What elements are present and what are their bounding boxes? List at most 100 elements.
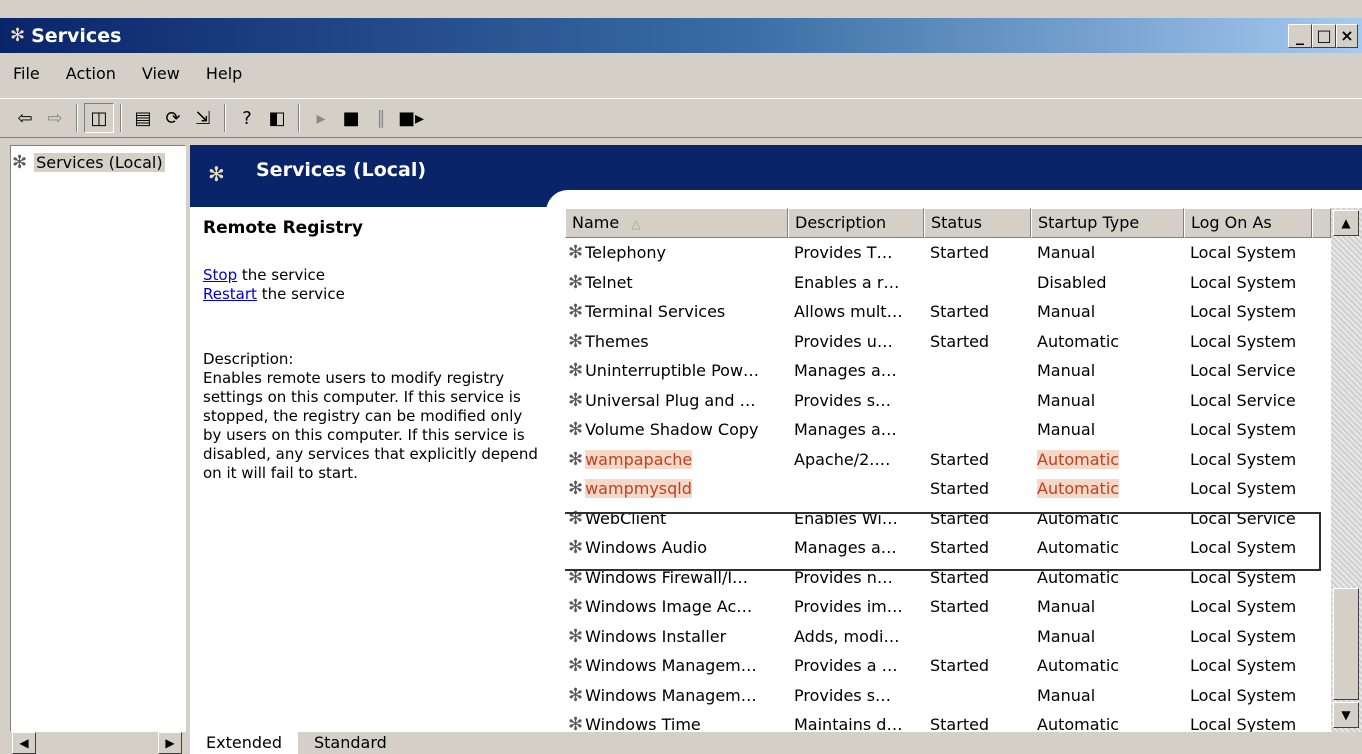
column-header-description[interactable]: Description bbox=[788, 208, 924, 238]
row-log-on-as: Local System bbox=[1190, 449, 1297, 469]
service-name: Windows Managem… bbox=[585, 656, 757, 676]
startup-type-text: Automatic bbox=[1037, 567, 1120, 587]
row-name: ✻ Windows Firewall/I… bbox=[565, 567, 788, 588]
row-startup-type: Automatic bbox=[1031, 715, 1184, 732]
service-gear-icon: ✻ bbox=[568, 301, 584, 323]
export-list-icon[interactable]: ⇲ bbox=[188, 103, 218, 133]
startup-type-text: Manual bbox=[1037, 626, 1096, 646]
stop-link[interactable]: Stop bbox=[203, 266, 237, 284]
table-row[interactable]: ✻ Telnet Enables a r… Disabled Local System bbox=[565, 268, 1331, 298]
row-name: ✻ Windows Time bbox=[565, 714, 788, 732]
service-name: Telephony bbox=[585, 243, 666, 263]
table-row[interactable]: ✻ Windows Managem… Provides a … Started Auto… bbox=[565, 651, 1331, 681]
services-gear-icon: ✻ bbox=[208, 162, 225, 186]
table-row[interactable]: ✻ Windows Image Ac… Provides im… Started Man… bbox=[565, 592, 1331, 622]
help-icon[interactable]: ? bbox=[232, 103, 262, 133]
startup-type-text: Manual bbox=[1037, 685, 1096, 705]
row-name: ✻ Windows Managem… bbox=[565, 655, 788, 676]
table-row[interactable]: ✻ wampmysqld Started Automatic Local System bbox=[565, 474, 1331, 504]
table-row[interactable]: ✻ WebClient Enables Wi… Started Automatic Loc… bbox=[565, 504, 1331, 534]
scroll-thumb[interactable] bbox=[1333, 588, 1359, 700]
row-startup-type: Disabled bbox=[1031, 273, 1184, 292]
back-icon[interactable]: ⇦ bbox=[10, 103, 40, 133]
scroll-down-button[interactable]: ▼ bbox=[1333, 702, 1359, 728]
table-row[interactable]: ✻ Telephony Provides T… Started Manual Local … bbox=[565, 238, 1331, 268]
vertical-scrollbar[interactable]: ▲ ▼ bbox=[1331, 208, 1362, 732]
play-icon[interactable]: ▸ bbox=[306, 103, 336, 133]
restart-link[interactable]: Restart bbox=[203, 285, 257, 303]
table-row[interactable]: ✻ Universal Plug and … Provides s… Manual Lo… bbox=[565, 386, 1331, 416]
stop-icon[interactable]: ■ bbox=[336, 103, 366, 133]
tab-standard[interactable]: Standard bbox=[298, 732, 403, 754]
row-startup-type: Automatic bbox=[1031, 656, 1184, 675]
restart-line: Restart the service bbox=[203, 285, 543, 304]
row-status: Started bbox=[930, 331, 990, 351]
row-startup-type: Automatic bbox=[1031, 332, 1184, 351]
tree-node-label: Services (Local) bbox=[34, 153, 165, 172]
row-description: Manages a… bbox=[794, 361, 897, 381]
row-log-on-as: Local Service bbox=[1190, 508, 1296, 528]
row-startup-type: Automatic bbox=[1031, 449, 1184, 469]
service-name: WebClient bbox=[585, 508, 667, 528]
table-row[interactable]: ✻ Windows Time Maintains d… Started Automati… bbox=[565, 710, 1331, 732]
menu-view[interactable]: View bbox=[129, 64, 193, 83]
forward-icon[interactable]: ⇨ bbox=[40, 103, 70, 133]
scroll-left-button[interactable]: ◀ bbox=[12, 732, 36, 754]
startup-type-text: Automatic bbox=[1037, 656, 1120, 676]
tree-horizontal-scrollbar[interactable]: ◀ ▶ bbox=[10, 732, 186, 754]
startup-type-text: Automatic bbox=[1037, 508, 1120, 528]
menu-help[interactable]: Help bbox=[193, 64, 255, 83]
title-bar[interactable]: ✻ Services _ □ × bbox=[0, 18, 1362, 53]
row-description: Manages a… bbox=[794, 538, 897, 558]
row-description: Manages a… bbox=[794, 420, 897, 440]
refresh-icon[interactable]: ⟳ bbox=[158, 103, 188, 133]
table-row[interactable]: ✻ wampapache Apache/2.… Started Automatic Loc… bbox=[565, 445, 1331, 475]
menu-file[interactable]: File bbox=[0, 64, 53, 83]
row-startup-type: Manual bbox=[1031, 243, 1184, 262]
table-row[interactable]: ✻ Themes Provides u… Started Automatic Local … bbox=[565, 327, 1331, 357]
service-name: wampapache bbox=[585, 449, 693, 469]
row-status: Started bbox=[930, 479, 990, 499]
row-status: Started bbox=[930, 508, 990, 528]
show-hide-tree-icon[interactable]: ◫ bbox=[84, 103, 114, 133]
column-header-startup-type[interactable]: Startup Type bbox=[1031, 208, 1184, 238]
table-row[interactable]: ✻ Volume Shadow Copy Manages a… Manual Local… bbox=[565, 415, 1331, 445]
scroll-up-button[interactable]: ▲ bbox=[1333, 210, 1359, 236]
column-header-status[interactable]: Status bbox=[924, 208, 1031, 238]
table-row[interactable]: ✻ Windows Installer Adds, modi… Manual Local… bbox=[565, 622, 1331, 652]
close-button[interactable]: × bbox=[1336, 24, 1358, 48]
service-gear-icon: ✻ bbox=[568, 714, 584, 732]
row-description: Maintains d… bbox=[794, 715, 903, 732]
column-header-log-on-as[interactable]: Log On As bbox=[1184, 208, 1312, 238]
maximize-button[interactable]: □ bbox=[1312, 24, 1336, 48]
row-startup-type: Manual bbox=[1031, 420, 1184, 439]
startup-type-text: Automatic bbox=[1037, 715, 1120, 732]
row-log-on-as: Local System bbox=[1190, 685, 1297, 705]
console-icon[interactable]: ◧ bbox=[262, 103, 292, 133]
table-row[interactable]: ✻ Windows Audio Manages a… Started Automatic… bbox=[565, 533, 1331, 563]
startup-type-text: Manual bbox=[1037, 243, 1096, 263]
tree-node-services-local[interactable]: ✻ Services (Local) bbox=[12, 152, 165, 173]
minimize-button[interactable]: _ bbox=[1288, 24, 1312, 48]
row-status: Started bbox=[930, 567, 990, 587]
table-row[interactable]: ✻ Uninterruptible Pow… Manages a… Manual Loc… bbox=[565, 356, 1331, 386]
tab-extended[interactable]: Extended bbox=[190, 732, 298, 754]
row-name: ✻ Windows Installer bbox=[565, 626, 788, 647]
row-name: ✻ Universal Plug and … bbox=[565, 390, 788, 411]
row-log-on-as: Local System bbox=[1190, 272, 1297, 292]
table-row[interactable]: ✻ Windows Managem… Provides s… Manual Local … bbox=[565, 681, 1331, 711]
row-log-on-as: Local Service bbox=[1190, 390, 1296, 410]
console-tree: ✻ Services (Local) bbox=[10, 145, 186, 732]
service-gear-icon: ✻ bbox=[568, 566, 584, 588]
pause-icon[interactable]: ∥ bbox=[366, 103, 396, 133]
scroll-right-button[interactable]: ▶ bbox=[158, 732, 182, 754]
restart-icon[interactable]: ■▸ bbox=[396, 103, 426, 133]
column-header-name[interactable]: Name △ bbox=[565, 208, 788, 238]
description-text: Enables remote users to modify registry … bbox=[203, 369, 538, 482]
table-row[interactable]: ✻ Windows Firewall/I… Provides n… Started Au… bbox=[565, 563, 1331, 593]
row-log-on-as: Local Service bbox=[1190, 361, 1296, 381]
sort-ascending-icon: △ bbox=[631, 217, 641, 231]
menu-action[interactable]: Action bbox=[53, 64, 129, 83]
table-row[interactable]: ✻ Terminal Services Allows mult… Started Man… bbox=[565, 297, 1331, 327]
properties-icon[interactable]: ▤ bbox=[128, 103, 158, 133]
